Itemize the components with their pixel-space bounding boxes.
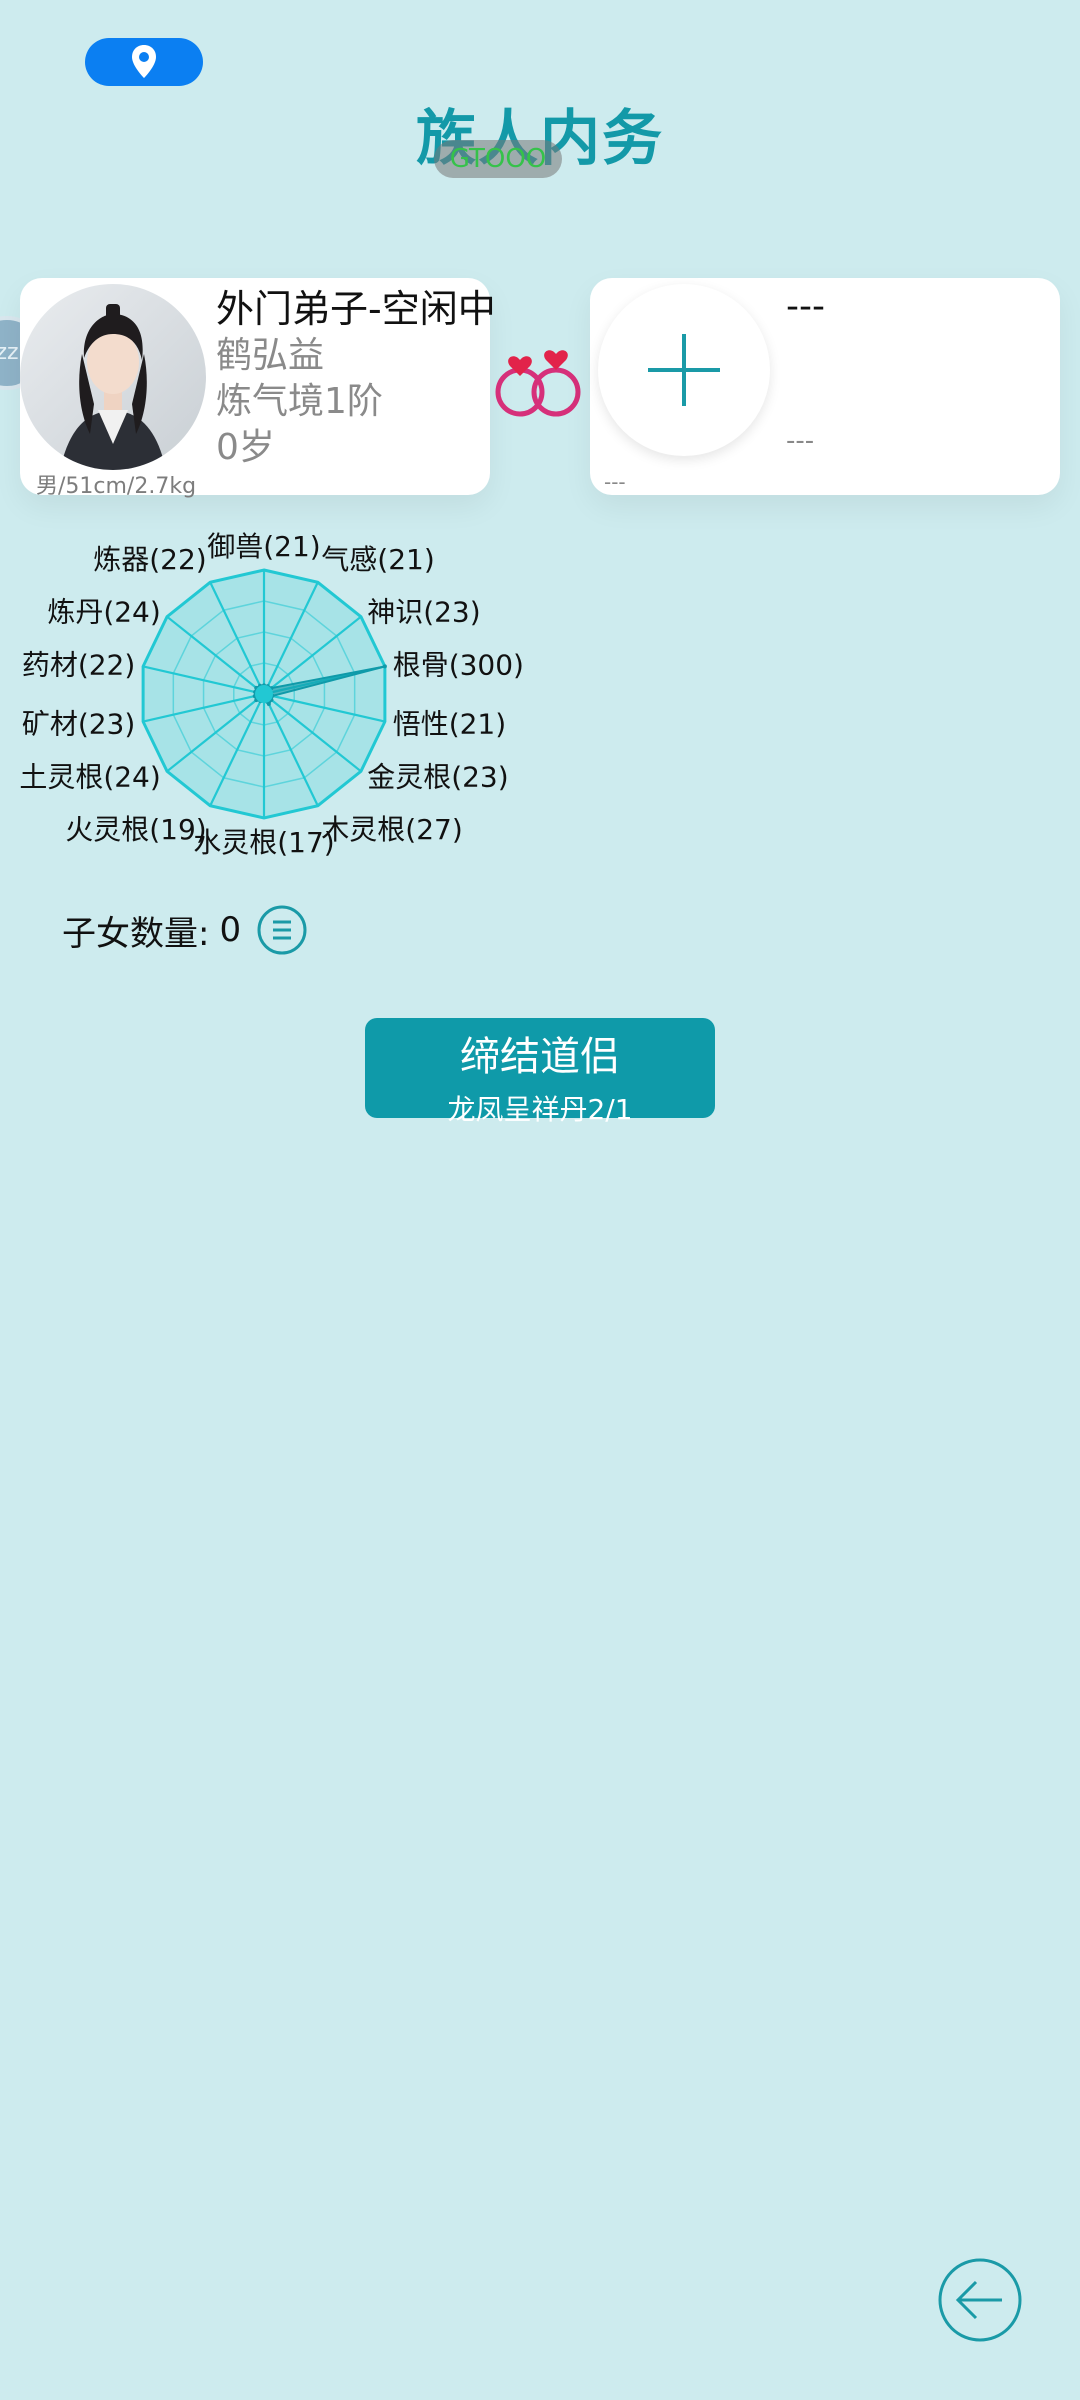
- radar-axis-label: 炼丹(24): [47, 596, 160, 629]
- radar-axis-label: 药材(22): [22, 649, 135, 682]
- list-icon[interactable]: [257, 905, 307, 955]
- wedding-rings-icon: [495, 350, 581, 417]
- partner-subtitle: ---: [786, 426, 815, 456]
- radar-axis-label: 悟性(21): [393, 707, 506, 740]
- radar-axis-label: 御兽(21): [207, 530, 320, 563]
- radar-axis-label: 神识(23): [367, 596, 480, 629]
- children-count: 0: [219, 910, 242, 950]
- member-status: 外门弟子-空闲中: [216, 287, 496, 331]
- radar-axis-label: 土灵根(24): [19, 760, 160, 793]
- radar-axis-label: 根骨(300): [393, 649, 524, 682]
- radar-axis-label: 矿材(23): [22, 707, 135, 740]
- avatar: [20, 284, 206, 470]
- attribute-radar-chart: 御兽(21) 气感(21) 神识(23) 根骨(300) 悟性(21) 金灵根(23) 木灵…: [19, 530, 524, 859]
- member-card[interactable]: 外门弟子-空闲中 鹤弘益 炼气境1阶 0岁 男/51cm/2.7kg: [20, 278, 496, 499]
- radar-axis-label: 火灵根(19): [65, 813, 206, 846]
- marry-button[interactable]: 缔结道侣 龙凤呈祥丹2/1: [365, 1018, 715, 1126]
- back-arrow-icon[interactable]: [936, 2256, 1024, 2344]
- radar-axis-label: 金灵根(23): [367, 760, 508, 793]
- partner-footer: ---: [604, 470, 626, 494]
- partner-title: ---: [786, 286, 825, 327]
- partner-card[interactable]: --- --- ---: [590, 278, 1060, 495]
- radar-center-dot: [255, 685, 273, 703]
- radar-axis-label: 炼器(22): [93, 543, 206, 576]
- children-row: 子女数量: 0: [62, 905, 307, 955]
- member-stats: 男/51cm/2.7kg: [36, 474, 197, 499]
- location-button[interactable]: [85, 38, 203, 86]
- member-name: 鹤弘益: [216, 335, 325, 376]
- member-realm: 炼气境1阶: [216, 381, 383, 422]
- children-label: 子女数量:: [62, 913, 210, 954]
- marry-button-label: 缔结道侣: [460, 1034, 620, 1080]
- radar-axis-label: 水灵根(17): [193, 826, 334, 859]
- status-pill: GTOOO: [434, 140, 562, 178]
- radar-axis-label: 木灵根(27): [321, 813, 462, 846]
- plus-icon: [648, 334, 720, 406]
- member-age: 0岁: [216, 427, 275, 468]
- add-partner-button[interactable]: [598, 284, 770, 456]
- radar-data-point: [266, 702, 271, 707]
- radar-data-point: [382, 664, 387, 669]
- marry-button-sublabel: 龙凤呈祥丹2/1: [447, 1093, 633, 1126]
- location-pin-icon: [132, 45, 156, 78]
- radar-axis-label: 气感(21): [321, 543, 434, 576]
